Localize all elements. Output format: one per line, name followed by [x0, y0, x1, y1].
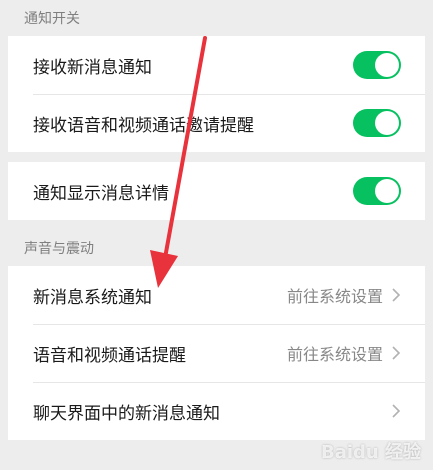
sound-vibration-card: 新消息系统通知 前往系统设置 语音和视频通话提醒 前往系统设置 聊天界面中的新消… — [8, 266, 425, 440]
row-right-group — [391, 404, 401, 418]
section-header-label: 声音与震动 — [24, 241, 94, 257]
chevron-right-icon — [392, 346, 401, 360]
row-value: 前往系统设置 — [286, 345, 383, 364]
row-label: 通知显示消息详情 — [33, 183, 169, 204]
row-right-group: 前往系统设置 — [287, 341, 401, 365]
row-label: 接收新消息通知 — [33, 57, 152, 78]
row-receive-new-message-notification[interactable]: 接收新消息通知 — [8, 36, 425, 94]
row-right-group: 前往系统设置 — [287, 283, 401, 307]
row-label: 新消息系统通知 — [33, 287, 152, 308]
notification-switch-card: 接收新消息通知 接收语音和视频通话邀请提醒 — [8, 36, 425, 152]
section-header-label: 通知开关 — [24, 11, 80, 27]
row-call-reminder[interactable]: 语音和视频通话提醒 前往系统设置 — [8, 324, 425, 382]
section-header-sound-vibration: 声音与震动 — [0, 230, 433, 266]
toggle-receive-call-invite-reminder[interactable] — [353, 109, 401, 137]
row-value: 前往系统设置 — [286, 287, 383, 306]
chevron-right-icon — [392, 288, 401, 302]
toggle-knob — [375, 179, 399, 203]
toggle-receive-new-message-notification[interactable] — [353, 51, 401, 79]
row-label: 聊天界面中的新消息通知 — [33, 403, 220, 424]
row-receive-call-invite-reminder[interactable]: 接收语音和视频通话邀请提醒 — [8, 94, 425, 152]
row-label: 接收语音和视频通话邀请提醒 — [33, 115, 254, 136]
row-new-message-system-notification[interactable]: 新消息系统通知 前往系统设置 — [8, 266, 425, 324]
toggle-knob — [375, 111, 399, 135]
row-chat-new-message-notification[interactable]: 聊天界面中的新消息通知 — [8, 382, 425, 440]
settings-page: 通知开关 接收新消息通知 接收语音和视频通话邀请提醒 通知显示消息详情 声音与震… — [0, 0, 433, 440]
toggle-show-message-details[interactable] — [353, 177, 401, 205]
row-label: 语音和视频通话提醒 — [33, 345, 186, 366]
watermark: Baidu 经验 — [320, 442, 421, 463]
chevron-right-icon — [392, 404, 401, 418]
message-detail-card: 通知显示消息详情 — [8, 162, 425, 220]
toggle-knob — [375, 53, 399, 77]
section-header-notification-switch: 通知开关 — [0, 0, 433, 36]
row-show-message-details[interactable]: 通知显示消息详情 — [8, 162, 425, 220]
